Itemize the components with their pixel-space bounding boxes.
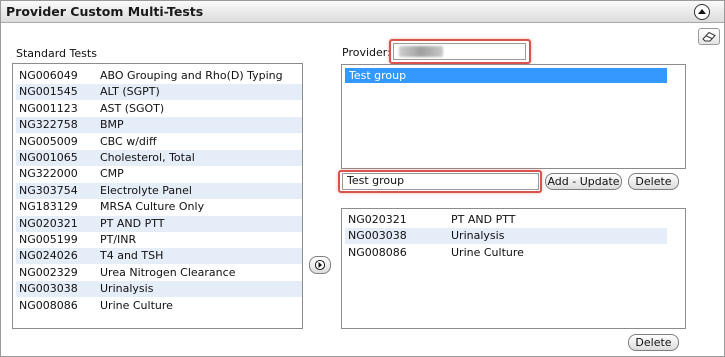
provider-label: Provider: xyxy=(342,46,391,59)
test-code: NG008086 xyxy=(19,298,78,312)
test-code: NG020321 xyxy=(19,216,78,230)
table-row[interactable]: NG303754 Electrolyte Panel xyxy=(16,182,302,199)
test-name: BMP xyxy=(100,118,124,132)
test-name: MRSA Culture Only xyxy=(100,200,205,214)
test-code: NG001545 xyxy=(19,85,78,99)
panel-title: Provider Custom Multi-Tests xyxy=(6,4,204,19)
table-row[interactable]: NG008086 Urine Culture xyxy=(345,245,667,261)
test-code: NG005199 xyxy=(19,233,78,246)
test-name: AST (SGOT) xyxy=(100,101,165,115)
table-row[interactable]: NG322000 CMP xyxy=(16,166,302,182)
table-row[interactable]: NG003038 Urinalysis xyxy=(16,281,302,298)
table-row[interactable]: NG020321 PT AND PTT xyxy=(16,215,302,232)
multi-tests-panel: Provider Custom Multi-Tests Standard Tes… xyxy=(0,0,725,357)
test-name: PT/INR xyxy=(100,233,137,246)
group-item-selected[interactable]: Test group xyxy=(345,68,667,83)
test-name: CBC w/diff xyxy=(100,134,157,148)
redacted-provider-value xyxy=(399,46,443,57)
test-code: NG183129 xyxy=(19,200,78,214)
group-name-input[interactable]: Test group xyxy=(342,173,539,190)
eraser-icon xyxy=(702,31,716,42)
panel-header: Provider Custom Multi-Tests xyxy=(1,1,724,23)
test-code: NG003038 xyxy=(348,229,407,243)
test-code: NG322758 xyxy=(19,118,78,132)
test-code: NG005009 xyxy=(19,134,78,148)
test-name: Urea Nitrogen Clearance xyxy=(100,265,236,279)
table-row[interactable]: NG001123 AST (SGOT) xyxy=(16,101,302,117)
table-row[interactable]: NG008086 Urine Culture xyxy=(16,298,302,314)
add-to-group-button[interactable] xyxy=(309,256,331,274)
test-name: PT AND PTT xyxy=(100,216,165,230)
add-update-button[interactable]: Add - Update xyxy=(545,173,622,190)
table-row[interactable]: NG024026 T4 and TSH xyxy=(16,248,302,265)
table-row[interactable]: NG322758 BMP xyxy=(16,117,302,134)
test-name: ABO Grouping and Rho(D) Typing xyxy=(100,69,283,82)
standard-tests-list[interactable]: NG006049 ABO Grouping and Rho(D) Typing NG… xyxy=(12,63,303,329)
delete-group-button[interactable]: Delete xyxy=(628,173,679,190)
provider-field[interactable] xyxy=(393,43,526,60)
test-name: Urinalysis xyxy=(100,282,154,296)
test-code: NG303754 xyxy=(19,183,78,197)
selected-tests-list[interactable]: NG020321 PT AND PTT NG003038 Urinalysis NG00… xyxy=(341,208,686,329)
standard-tests-label: Standard Tests xyxy=(16,47,97,60)
test-name: Urine Culture xyxy=(451,245,524,259)
test-code: NG008086 xyxy=(348,245,407,259)
group-name-value: Test group xyxy=(347,174,405,187)
test-name: Electrolyte Panel xyxy=(100,183,192,197)
table-row[interactable]: NG005199 PT/INR xyxy=(16,232,302,248)
table-row[interactable]: NG001065 Cholesterol, Total xyxy=(16,150,302,166)
table-row[interactable]: NG183129 MRSA Culture Only xyxy=(16,199,302,215)
test-name: Urine Culture xyxy=(100,298,173,312)
test-code: NG322000 xyxy=(19,167,78,181)
test-code: NG003038 xyxy=(19,282,78,296)
table-row[interactable]: NG003038 Urinalysis xyxy=(345,228,667,245)
test-name: Urinalysis xyxy=(451,229,505,243)
chevron-up-icon xyxy=(698,9,706,14)
arrow-right-icon xyxy=(315,259,325,271)
test-code: NG006049 xyxy=(19,69,78,82)
test-name: Cholesterol, Total xyxy=(100,151,195,164)
collapse-button[interactable] xyxy=(694,4,710,20)
test-code: NG002329 xyxy=(19,265,78,279)
groups-list[interactable]: Test group xyxy=(341,64,686,169)
table-row[interactable]: NG006049 ABO Grouping and Rho(D) Typing xyxy=(16,68,302,84)
table-row[interactable]: NG005009 CBC w/diff xyxy=(16,134,302,150)
test-name: ALT (SGPT) xyxy=(100,85,160,99)
test-name: CMP xyxy=(100,167,124,181)
delete-test-button[interactable]: Delete xyxy=(628,334,679,351)
table-row[interactable]: NG020321 PT AND PTT xyxy=(345,212,667,228)
test-code: NG001065 xyxy=(19,151,78,164)
test-code: NG020321 xyxy=(348,213,407,226)
test-name: T4 and TSH xyxy=(100,249,164,263)
test-code: NG024026 xyxy=(19,249,78,263)
test-code: NG001123 xyxy=(19,101,78,115)
table-row[interactable]: NG001545 ALT (SGPT) xyxy=(16,84,302,101)
test-name: PT AND PTT xyxy=(451,213,516,226)
clear-button[interactable] xyxy=(698,28,720,45)
table-row[interactable]: NG002329 Urea Nitrogen Clearance xyxy=(16,265,302,281)
